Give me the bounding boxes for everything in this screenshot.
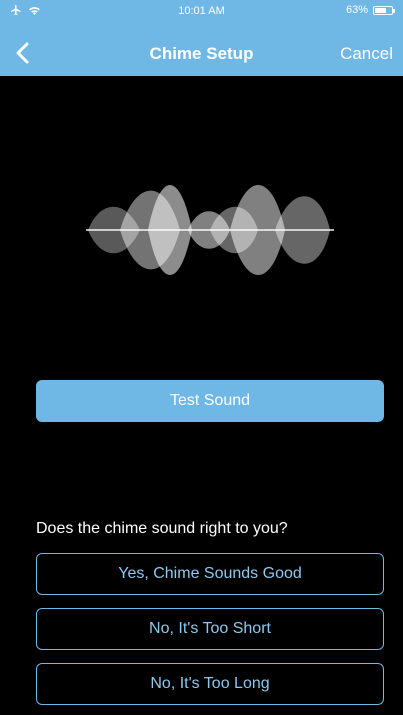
option-too-short-button[interactable]: No, It's Too Short [36,608,384,650]
header: 10:01 AM 63% Chime Setup Cancel [0,0,403,76]
status-time: 10:01 AM [178,5,225,17]
battery-fill [375,7,387,13]
sound-wave-icon [80,170,340,290]
test-sound-button[interactable]: Test Sound [36,380,384,422]
status-bar: 10:01 AM 63% [0,0,403,22]
chime-setup-screen: 10:01 AM 63% Chime Setup Cancel Test Sou… [0,0,403,715]
status-right: 63% [345,4,395,16]
option-sounds-good-button[interactable]: Yes, Chime Sounds Good [36,553,384,595]
battery-icon [373,5,395,15]
cancel-button[interactable]: Cancel [340,44,393,64]
nav-bar: Chime Setup Cancel [0,34,403,74]
battery-percent: 63% [345,4,368,16]
option-too-long-button[interactable]: No, It's Too Long [36,663,384,705]
chime-question: Does the chime sound right to you? [36,520,288,537]
